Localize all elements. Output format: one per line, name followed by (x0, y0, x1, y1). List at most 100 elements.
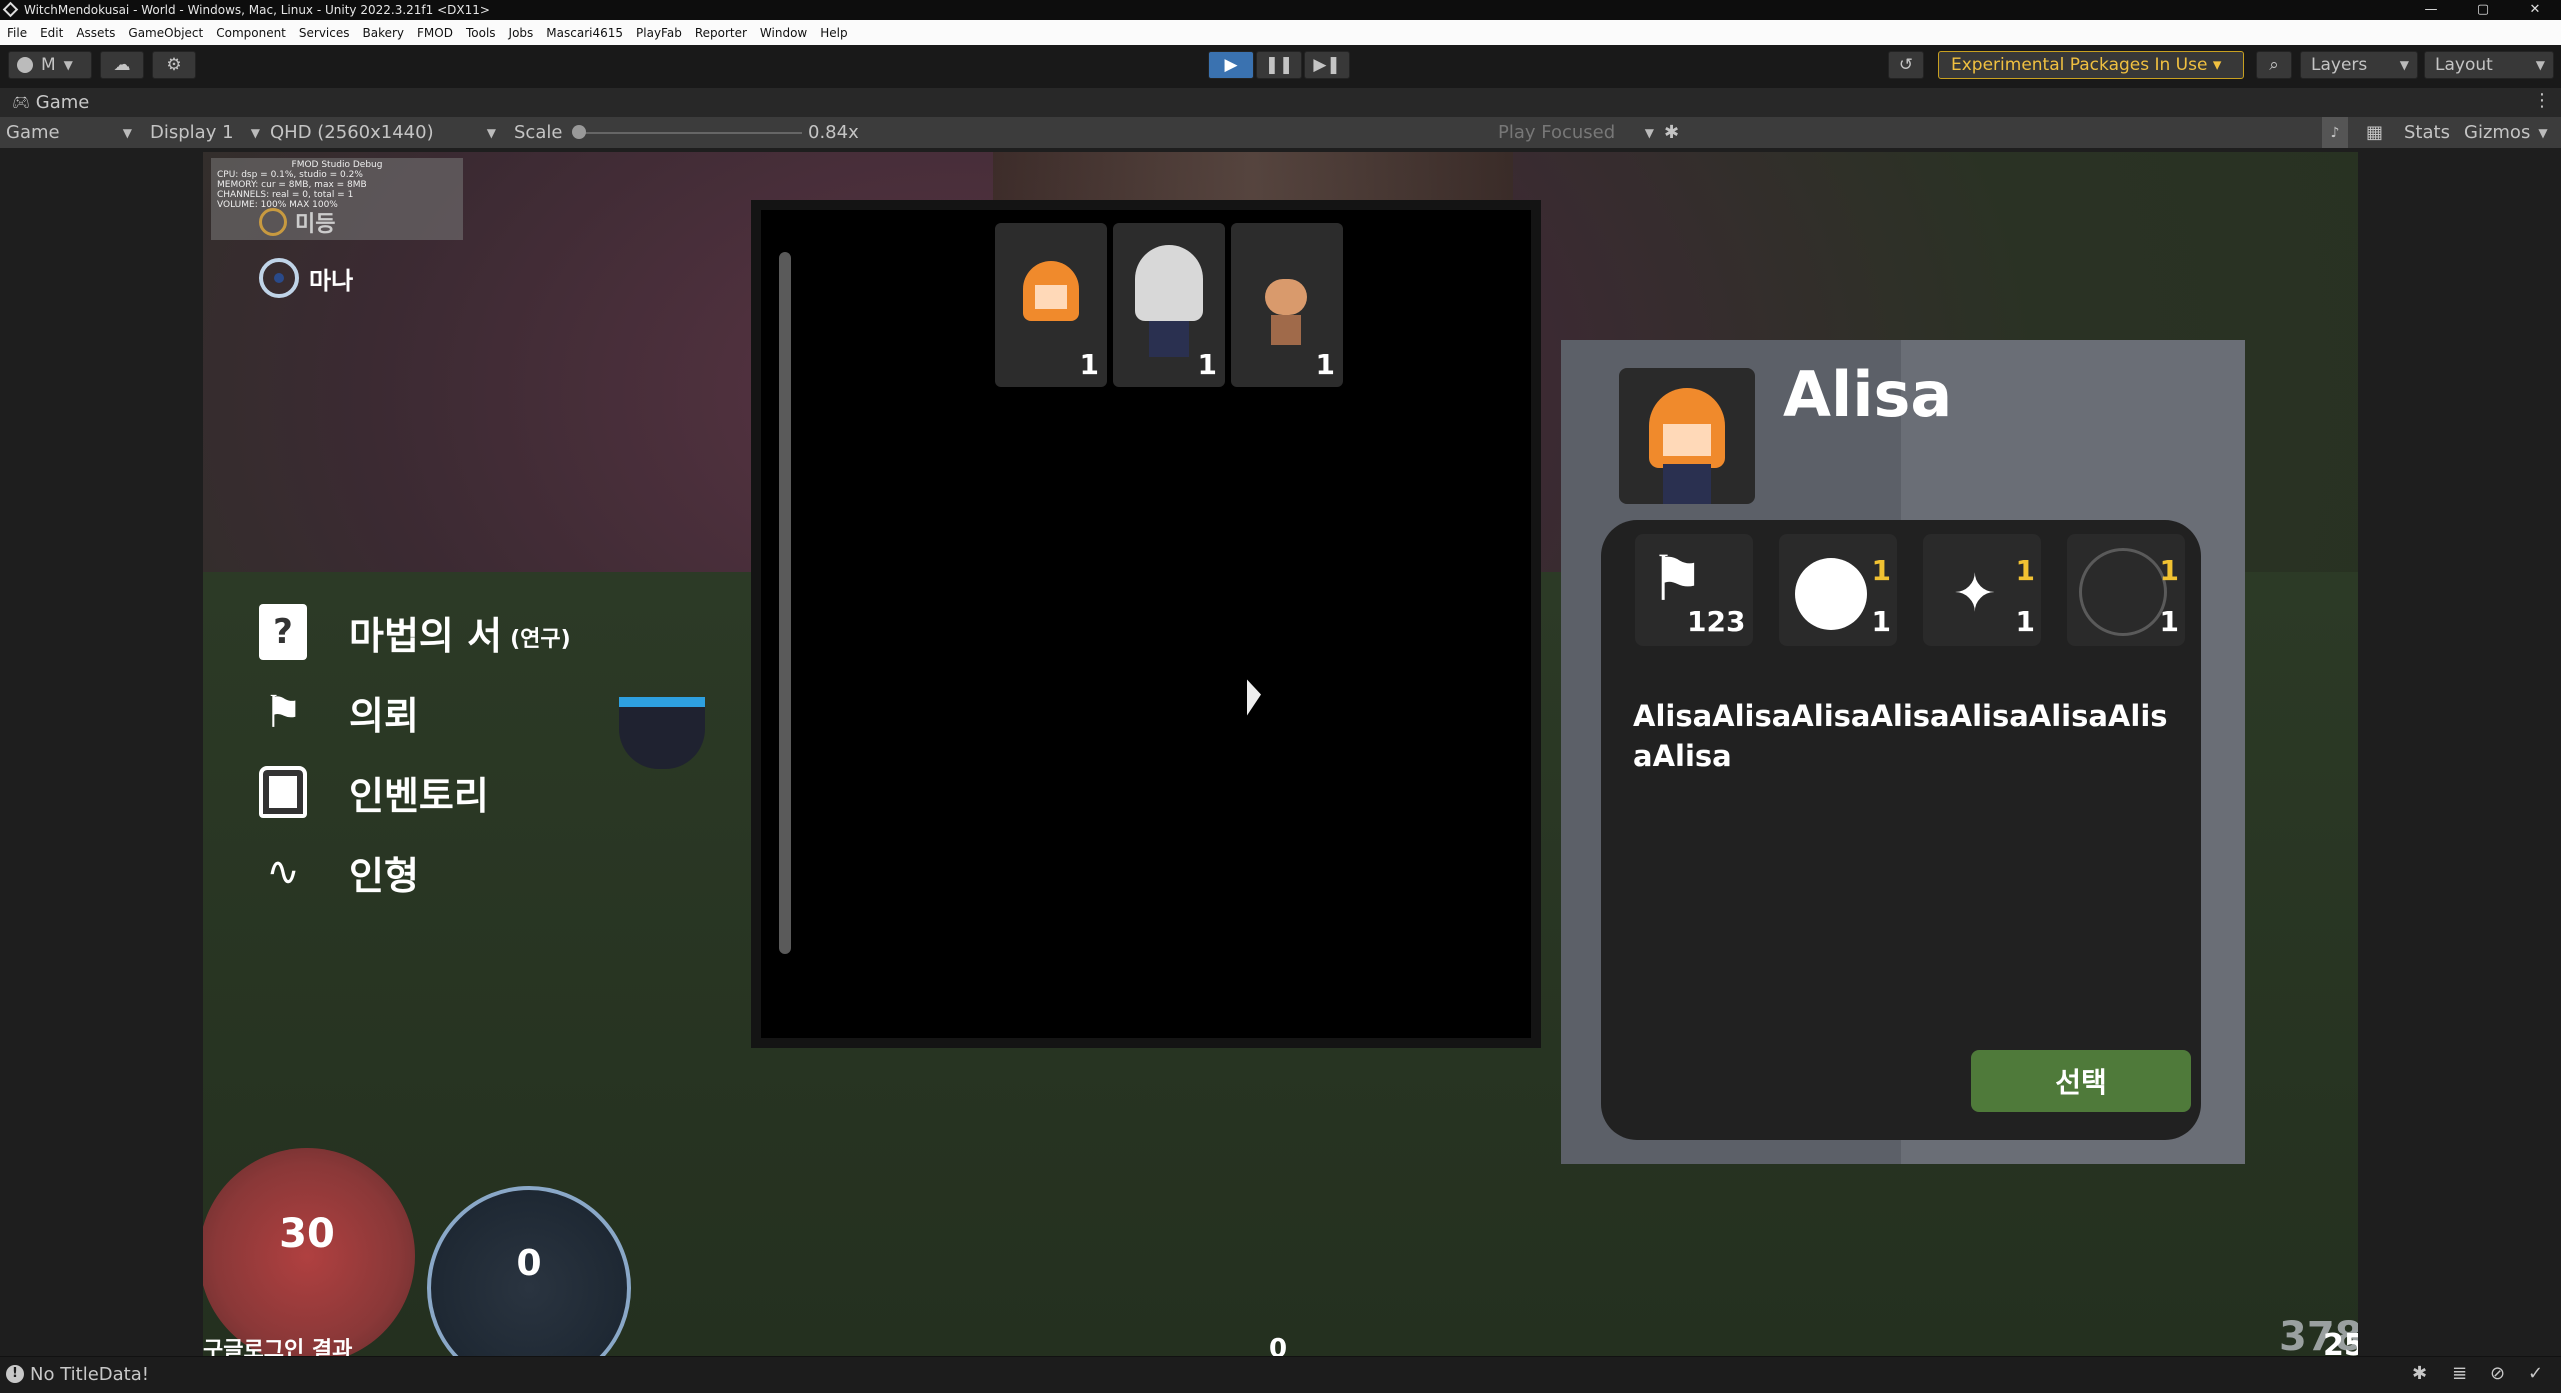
menu-services[interactable]: Services (299, 26, 350, 40)
game-view-bar: Game ▼ Display 1 ▼ QHD (2560x1440) ▼ Sca… (0, 117, 2561, 148)
menu-playfab[interactable]: PlayFab (636, 26, 682, 40)
collab-button[interactable]: ⚙ (152, 51, 196, 79)
window-titlebar: WitchMendokusai - World - Windows, Mac, … (0, 0, 2561, 20)
mouse-cursor (1247, 679, 1261, 721)
close-button[interactable]: ✕ (2509, 0, 2561, 20)
scale-slider-handle[interactable] (572, 125, 586, 139)
menu-item-doll[interactable]: ∿ 인형 (259, 832, 571, 912)
menu-item-sub: (연구) (510, 627, 571, 652)
account-dropdown[interactable]: M ▼ (8, 51, 92, 79)
chevron-down-icon: ▼ (250, 125, 260, 140)
menu-item-request[interactable]: ⚑ 의뢰 (259, 672, 571, 752)
window-title: WitchMendokusai - World - Windows, Mac, … (24, 3, 490, 17)
experimental-label: Experimental Packages In Use ▾ (1951, 55, 2222, 75)
check-icon[interactable]: ✓ (2528, 1363, 2543, 1384)
account-label: M (41, 55, 56, 75)
unity-icon (2, 1, 19, 18)
skill-slot[interactable]: 1 1 (1779, 534, 1897, 646)
hp-value: 30 (279, 1211, 335, 1257)
gizmos-dropdown[interactable]: Gizmos ▼ (2464, 117, 2548, 148)
maximize-button[interactable]: ▢ (2457, 0, 2509, 20)
step-button[interactable]: ▶❚ (1304, 51, 1350, 79)
cauldron (619, 697, 705, 769)
detail-info-box: ⚑ 123 1 1 ✦ 1 1 1 1 AlisaAlisaAlisaAlisa… (1601, 520, 2201, 1140)
history-icon: ↺ (1898, 55, 1914, 75)
mp-value: 0 (516, 1242, 542, 1284)
menu-item-label: 인형 (349, 853, 419, 898)
menu-edit[interactable]: Edit (40, 26, 63, 40)
chevron-down-icon: ▼ (63, 58, 73, 72)
play-button[interactable]: ▶ (1208, 51, 1254, 79)
menu-bakery[interactable]: Bakery (363, 26, 405, 40)
menu-item-label: 마법의 서 (349, 613, 503, 658)
menu-window[interactable]: Window (760, 26, 807, 40)
graph-icon: ∿ (266, 849, 300, 895)
menu-fmod[interactable]: FMOD (417, 26, 453, 40)
pause-icon: ❚❚ (1264, 55, 1294, 75)
menu-gameobject[interactable]: GameObject (128, 26, 203, 40)
bug-icon[interactable]: ✱ (1664, 117, 1679, 148)
display-dropdown[interactable]: Display 1 ▼ (150, 117, 260, 148)
stats-button[interactable]: Stats (2404, 117, 2450, 148)
grid-icon[interactable]: ▦ (2366, 117, 2383, 148)
window-controls: — ▢ ✕ (2405, 0, 2561, 20)
skill-slot[interactable]: ⚑ 123 (1635, 534, 1753, 646)
stack-icon[interactable]: ≣ (2452, 1363, 2467, 1384)
search-button[interactable]: ⌕ (2256, 51, 2292, 79)
game-viewport: FMOD Studio Debug CPU: dsp = 0.1%, studi… (0, 148, 2561, 1356)
history-button[interactable]: ↺ (1888, 51, 1924, 79)
doll-name: Alisa (1783, 358, 1953, 431)
scrollbar[interactable] (779, 252, 791, 954)
layers-dropdown[interactable]: Layers ▼ (2300, 51, 2418, 79)
network-icon[interactable]: ⊘ (2490, 1363, 2505, 1384)
account-icon (17, 57, 33, 73)
menu-assets[interactable]: Assets (76, 26, 115, 40)
resolution-label: QHD (2560x1440) (270, 122, 434, 143)
menu-help[interactable]: Help (820, 26, 847, 40)
tab-game[interactable]: 🎮︎ Game (0, 88, 89, 117)
coin-icon (259, 208, 287, 236)
doll-card[interactable]: 1 (1231, 223, 1343, 387)
resolution-dropdown[interactable]: QHD (2560x1440) ▼ (270, 117, 496, 148)
menu-item-label: 인벤토리 (349, 773, 489, 818)
play-focused-dropdown[interactable]: Play Focused ▼ (1498, 117, 1654, 148)
layout-dropdown[interactable]: Layout ▼ (2424, 51, 2554, 79)
cloud-button[interactable]: ☁ (100, 51, 144, 79)
menu-component[interactable]: Component (216, 26, 286, 40)
skill-top-value: 1 (2015, 554, 2035, 587)
pause-button[interactable]: ❚❚ (1256, 51, 1302, 79)
menu-reporter[interactable]: Reporter (695, 26, 747, 40)
fmod-debug-line: CHANNELS: real = 0, total = 1 (217, 190, 354, 200)
bug-icon[interactable]: ✱ (2412, 1363, 2427, 1384)
more-options-icon[interactable]: ⋮ (2533, 90, 2551, 111)
doll-card[interactable]: 1 (995, 223, 1107, 387)
skill-bottom-value: 1 (1871, 605, 1891, 638)
select-button[interactable]: 선택 (1971, 1050, 2191, 1112)
scale-slider[interactable] (572, 117, 802, 148)
login-result-label: 구글로그인 결과 (203, 1338, 353, 1356)
minimize-button[interactable]: — (2405, 0, 2457, 20)
mute-audio-button[interactable]: ♪ (2322, 117, 2348, 148)
select-button-label: 선택 (2055, 1066, 2107, 1099)
doll-description: AlisaAlisaAlisaAlisaAlisaAlisaAlisaAlisa (1633, 699, 2168, 773)
fmod-debug-line: MEMORY: cur = 8MB, max = 8MB (217, 180, 367, 190)
skill-top-value: 1 (2159, 554, 2179, 587)
menu-tools[interactable]: Tools (466, 26, 496, 40)
scale-slider-track (576, 132, 802, 134)
gamepad-icon: 🎮︎ (12, 94, 30, 111)
doll-card[interactable]: 1 (1113, 223, 1225, 387)
view-dropdown[interactable]: Game ▼ (6, 117, 132, 148)
game-render[interactable]: FMOD Studio Debug CPU: dsp = 0.1%, studi… (203, 152, 2358, 1356)
menu-file[interactable]: File (7, 26, 27, 40)
menu-jobs[interactable]: Jobs (509, 26, 534, 40)
menu-item-inventory[interactable]: 인벤토리 (259, 752, 571, 832)
gizmos-label: Gizmos (2464, 122, 2531, 143)
skill-slot[interactable]: ✦ 1 1 (1923, 534, 2041, 646)
skill-slot[interactable]: 1 1 (2067, 534, 2185, 646)
menu-item-label: 의뢰 (349, 693, 419, 738)
menu-mascari4615[interactable]: Mascari4615 (546, 26, 623, 40)
step-icon: ▶❚ (1313, 55, 1341, 75)
experimental-packages-button[interactable]: Experimental Packages In Use ▾ (1938, 51, 2244, 79)
bottom-center-value: 0 (1269, 1334, 1288, 1356)
menu-item-spellbook[interactable]: ? 마법의 서 (연구) (259, 592, 571, 672)
